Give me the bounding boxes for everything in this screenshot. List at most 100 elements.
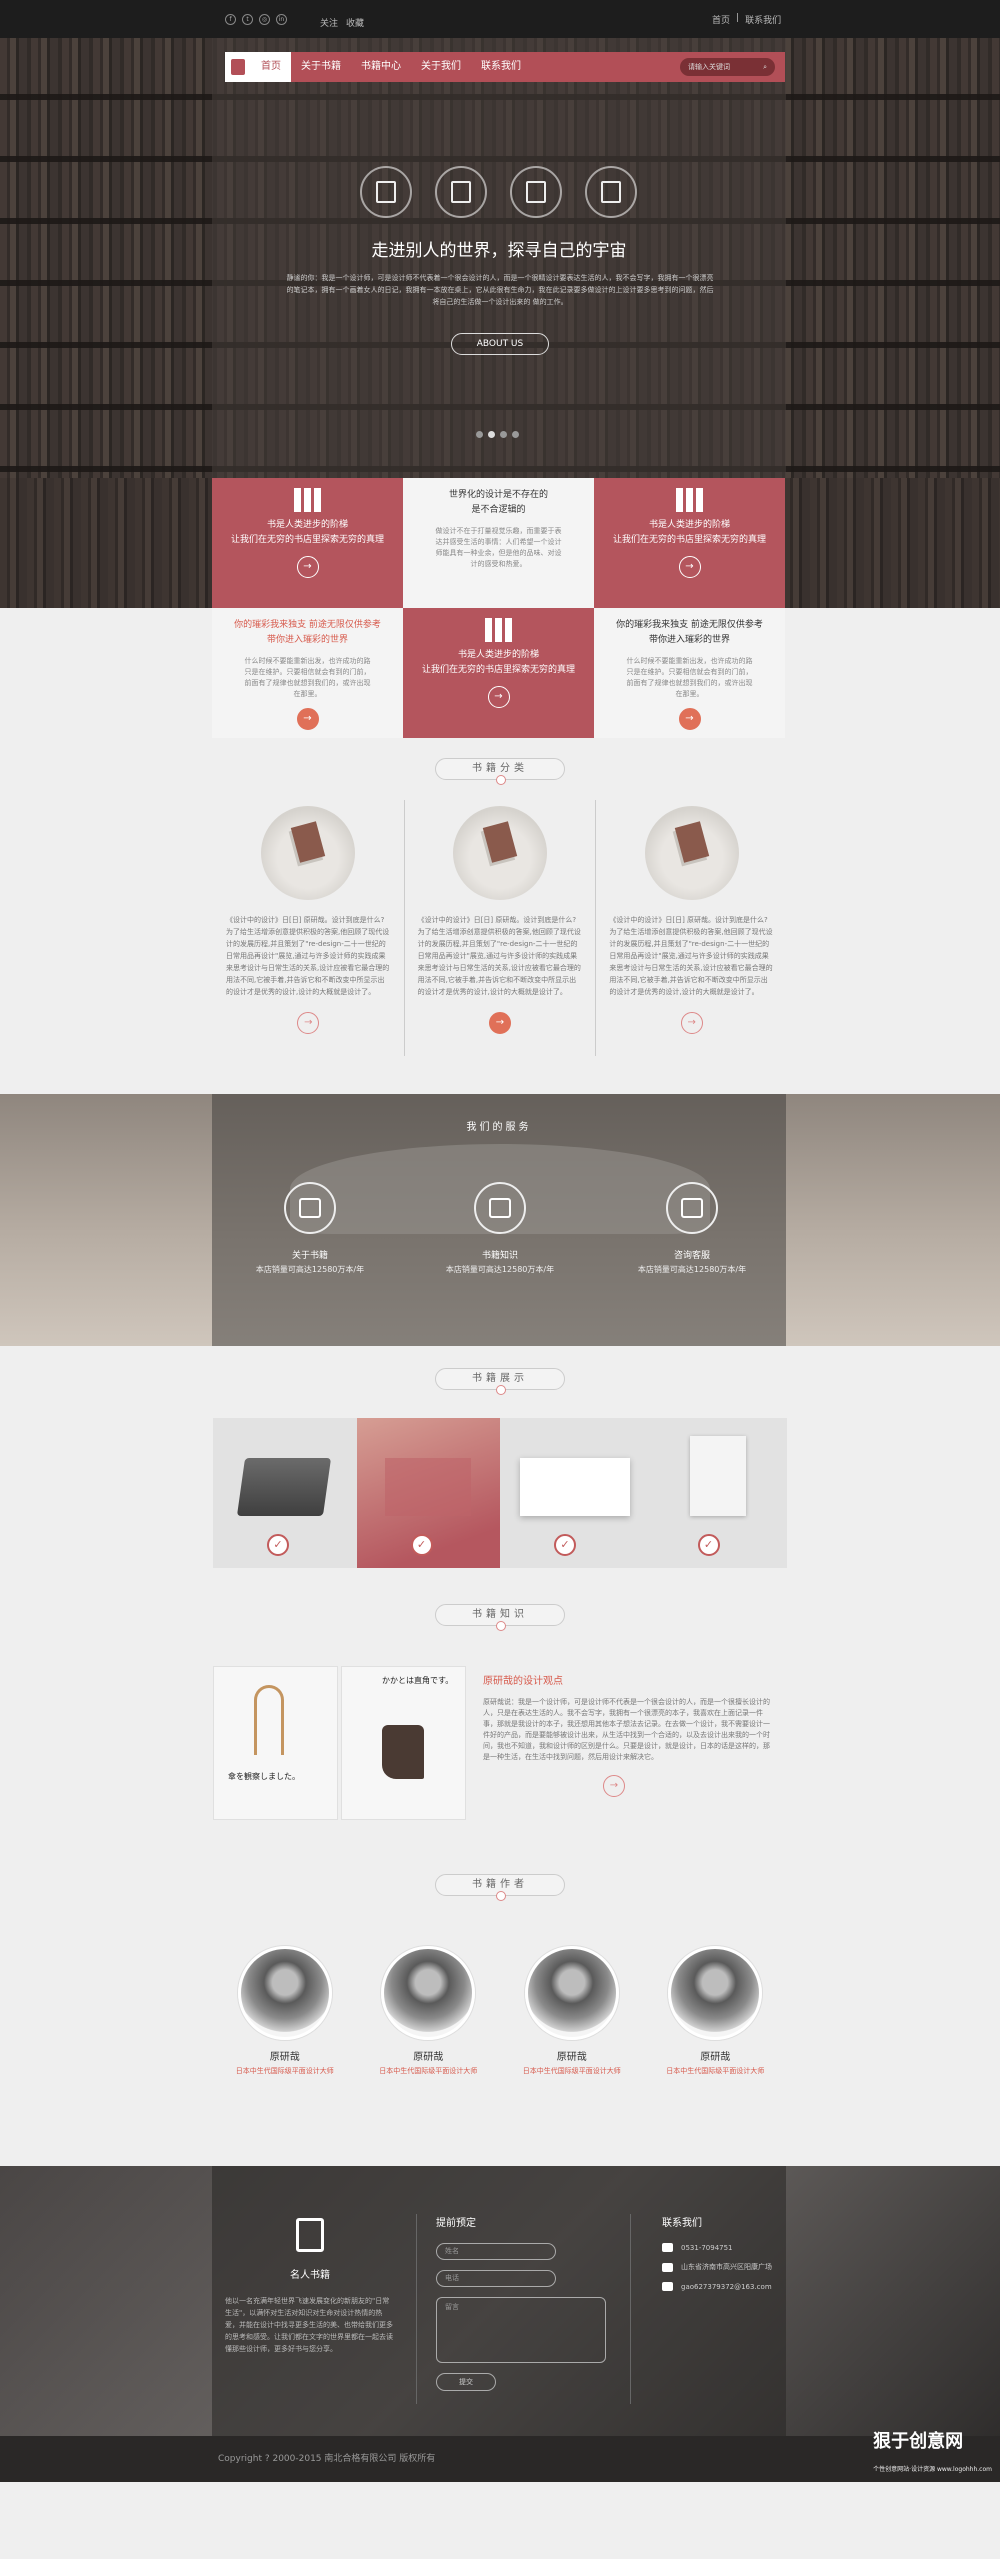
feature-subtitle: 让我们在无穷的书店里探索无穷的真理 — [612, 535, 766, 545]
section-title: 书籍知识 — [435, 1604, 565, 1631]
author-card[interactable]: 原研哉 日本中生代国际级平面设计大师 — [368, 1946, 488, 2106]
book-knowledge: 傘を観察しました。 かかとは直角です。 原研哉的设计观点 原研哉说：我是一个设计… — [213, 1666, 787, 1820]
arrow-right-icon[interactable]: → — [678, 708, 701, 730]
twitter-icon[interactable]: t — [242, 14, 253, 25]
carousel-dot[interactable] — [512, 431, 519, 438]
arrow-right-icon[interactable]: → — [487, 686, 510, 708]
author-card[interactable]: 原研哉 日本中生代国际级平面设计大师 — [512, 1946, 632, 2106]
section-header: 书籍知识 — [0, 1582, 1000, 1666]
contact-email[interactable]: gao627379372@163.com — [681, 2283, 772, 2291]
about-us-button[interactable]: ABOUT US — [451, 333, 549, 355]
book-image — [644, 806, 739, 900]
author-card[interactable]: 原研哉 日本中生代国际级平面设计大师 — [225, 1946, 345, 2106]
footer-brand: 名人书籍 他以一名充满年轻世界飞速发展变化的新朋友的"日常生活"，以满怀对生活对… — [225, 2218, 395, 2355]
top-contact-link[interactable]: 联系我们 — [745, 13, 781, 26]
book-cover-image: かかとは直角です。 — [341, 1666, 466, 1820]
check-icon[interactable]: ✓ — [267, 1534, 289, 1556]
nav-item-about-us[interactable]: 关于我们 — [411, 52, 471, 82]
showcase-item[interactable]: ✓ — [213, 1418, 357, 1568]
social-links: f t ◎ in — [225, 14, 287, 25]
feature-text: 什么时候不要能重新出发，也许成功的路只是在维护。只要相信就会有到的门前，前面有了… — [626, 657, 753, 698]
contact-title: 联系我们 — [662, 2218, 702, 2229]
service-item[interactable]: 关于书籍 本店销量可高达12580万本/年 — [250, 1182, 370, 1275]
submit-button[interactable]: 提交 — [436, 2373, 496, 2391]
contact-address: 山东省济南市高兴区阳康广场 — [681, 2263, 772, 2271]
carousel-dot[interactable] — [476, 431, 483, 438]
author-name: 原研哉 — [556, 2052, 587, 2063]
feature-title: 你的璀彩我来独支 前途无限仅供参考 — [616, 620, 763, 630]
avatar — [668, 1946, 763, 2040]
brand-text: 他以一名充满年轻世界飞速发展变化的新朋友的"日常生活"，以满怀对生活对知识对生命… — [225, 2297, 393, 2353]
notebook-icon — [585, 166, 637, 218]
books-icon — [674, 488, 706, 512]
service-subtitle: 本店销量可高达12580万本/年 — [637, 1265, 747, 1274]
feature-grid: 书是人类进步的阶梯 让我们在无穷的书店里探索无穷的真理 → 世界化的设计是不存在… — [0, 478, 1000, 738]
arrow-right-icon[interactable]: → — [489, 1012, 511, 1034]
services-section: 我们的服务 关于书籍 本店销量可高达12580万本/年 书籍知识 本店销量可高达… — [0, 1094, 1000, 1346]
carousel-dot[interactable] — [488, 431, 495, 438]
feature-subtitle: 是不合逻辑的 — [471, 505, 526, 515]
service-item[interactable]: 咨询客服 本店销量可高达12580万本/年 — [632, 1182, 752, 1275]
search-placeholder: 请输入关键词 — [688, 63, 730, 71]
message-textarea[interactable]: 留言 — [436, 2297, 606, 2363]
check-icon[interactable]: ✓ — [697, 1534, 720, 1556]
feature-title: 书是人类进步的阶梯 — [266, 520, 348, 530]
feature-cell: 书是人类进步的阶梯 让我们在无穷的书店里探索无穷的真理 → — [212, 478, 403, 608]
feature-cell: 你的璀彩我来独支 前途无限仅供参考 带你进入璀彩的世界 什么时候不要能重新出发，… — [212, 608, 403, 738]
notebook-icon — [435, 166, 487, 218]
author-card[interactable]: 原研哉 日本中生代国际级平面设计大师 — [655, 1946, 775, 2106]
arrow-right-icon[interactable]: → — [603, 1775, 625, 1797]
phone-input[interactable]: 电话 — [436, 2270, 556, 2287]
watermark-subtext: 个性创意网站·设计资源 www.logohhh.com — [873, 2466, 992, 2473]
arrow-right-icon[interactable]: → — [296, 556, 319, 578]
arrow-right-icon[interactable]: → — [296, 708, 319, 730]
book-title: 傘を観察しました。 — [228, 1772, 300, 1781]
name-input[interactable]: 姓名 — [436, 2243, 556, 2260]
nav-item-book-center[interactable]: 书籍中心 — [351, 52, 411, 82]
service-subtitle: 本店销量可高达12580万本/年 — [255, 1265, 365, 1274]
showcase-item[interactable]: ✓ — [643, 1418, 787, 1568]
contact-phone: 0531-7094751 — [681, 2243, 733, 2252]
arrow-right-icon[interactable]: → — [680, 1012, 703, 1034]
follow-link[interactable]: 关注 — [320, 16, 338, 29]
nav-item-contact[interactable]: 联系我们 — [471, 52, 531, 82]
service-item[interactable]: 书籍知识 本店销量可高达12580万本/年 — [440, 1182, 560, 1275]
arrow-right-icon[interactable]: → — [297, 1012, 320, 1034]
books-icon — [360, 166, 412, 218]
search-input[interactable]: 请输入关键词 ⌕ — [680, 58, 775, 76]
favorite-link[interactable]: 收藏 — [346, 16, 364, 29]
book-categories: 《设计中的设计》日[日] 原研哉。设计到底是什么?为了给生活增添创意提供积极的答… — [213, 800, 787, 1056]
carousel-dot[interactable] — [500, 431, 507, 438]
facebook-icon[interactable]: f — [225, 14, 236, 25]
linkedin-icon[interactable]: in — [276, 14, 287, 25]
feature-title: 世界化的设计是不存在的 — [448, 490, 548, 500]
knowledge-text: 原研哉说：我是一个设计师，可是设计师不代表是一个很会设计的人，而是一个很擅长设计… — [483, 1698, 770, 1761]
top-home-link[interactable]: 首页 — [712, 13, 730, 26]
nav-item-home[interactable]: 首页 — [251, 52, 291, 82]
wechat-icon[interactable]: ◎ — [259, 14, 270, 25]
search-icon[interactable]: ⌕ — [763, 63, 767, 72]
arrow-right-icon[interactable]: → — [678, 556, 701, 578]
feature-text: 做设计不在于打量视觉乐趣，而重要于表达并感受生活的事情：人们希望一个设计师能具有… — [435, 527, 562, 568]
phone-icon — [662, 2243, 673, 2252]
author-role: 日本中生代国际级平面设计大师 — [666, 2067, 765, 2075]
book-image — [261, 806, 356, 900]
check-icon[interactable]: ✓ — [410, 1534, 433, 1556]
showcase-item[interactable]: ✓ — [500, 1418, 644, 1568]
category-card: 《设计中的设计》日[日] 原研哉。设计到底是什么?为了给生活增添创意提供积极的答… — [405, 800, 597, 1056]
top-bar: f t ◎ in 关注 收藏 首页 | 联系我们 — [0, 0, 1000, 38]
check-icon[interactable]: ✓ — [554, 1534, 576, 1556]
service-title: 关于书籍 — [291, 1251, 328, 1261]
section-title: 书籍分类 — [435, 758, 565, 785]
feature-subtitle: 带你进入璀彩的世界 — [648, 635, 730, 645]
feature-subtitle: 让我们在无穷的书店里探索无穷的真理 — [230, 535, 384, 545]
category-text: 《设计中的设计》日[日] 原研哉。设计到底是什么?为了给生活增添创意提供积极的答… — [417, 916, 581, 996]
books-icon — [510, 166, 562, 218]
watermark-text: 狠于创意网 — [873, 2431, 964, 2452]
nav-item-about-books[interactable]: 关于书籍 — [291, 52, 351, 82]
footer: 名人书籍 他以一名充满年轻世界飞速发展变化的新朋友的"日常生活"，以满怀对生活对… — [0, 2166, 1000, 2436]
showcase-item[interactable]: ✓ — [356, 1418, 500, 1568]
feature-text: 什么时候不要能重新出发，也许成功的路只是在维护。只要相信就会有到的门前，前面有了… — [244, 657, 371, 698]
site-logo[interactable] — [225, 52, 251, 82]
authors-list: 原研哉 日本中生代国际级平面设计大师 原研哉 日本中生代国际级平面设计大师 原研… — [213, 1946, 787, 2106]
